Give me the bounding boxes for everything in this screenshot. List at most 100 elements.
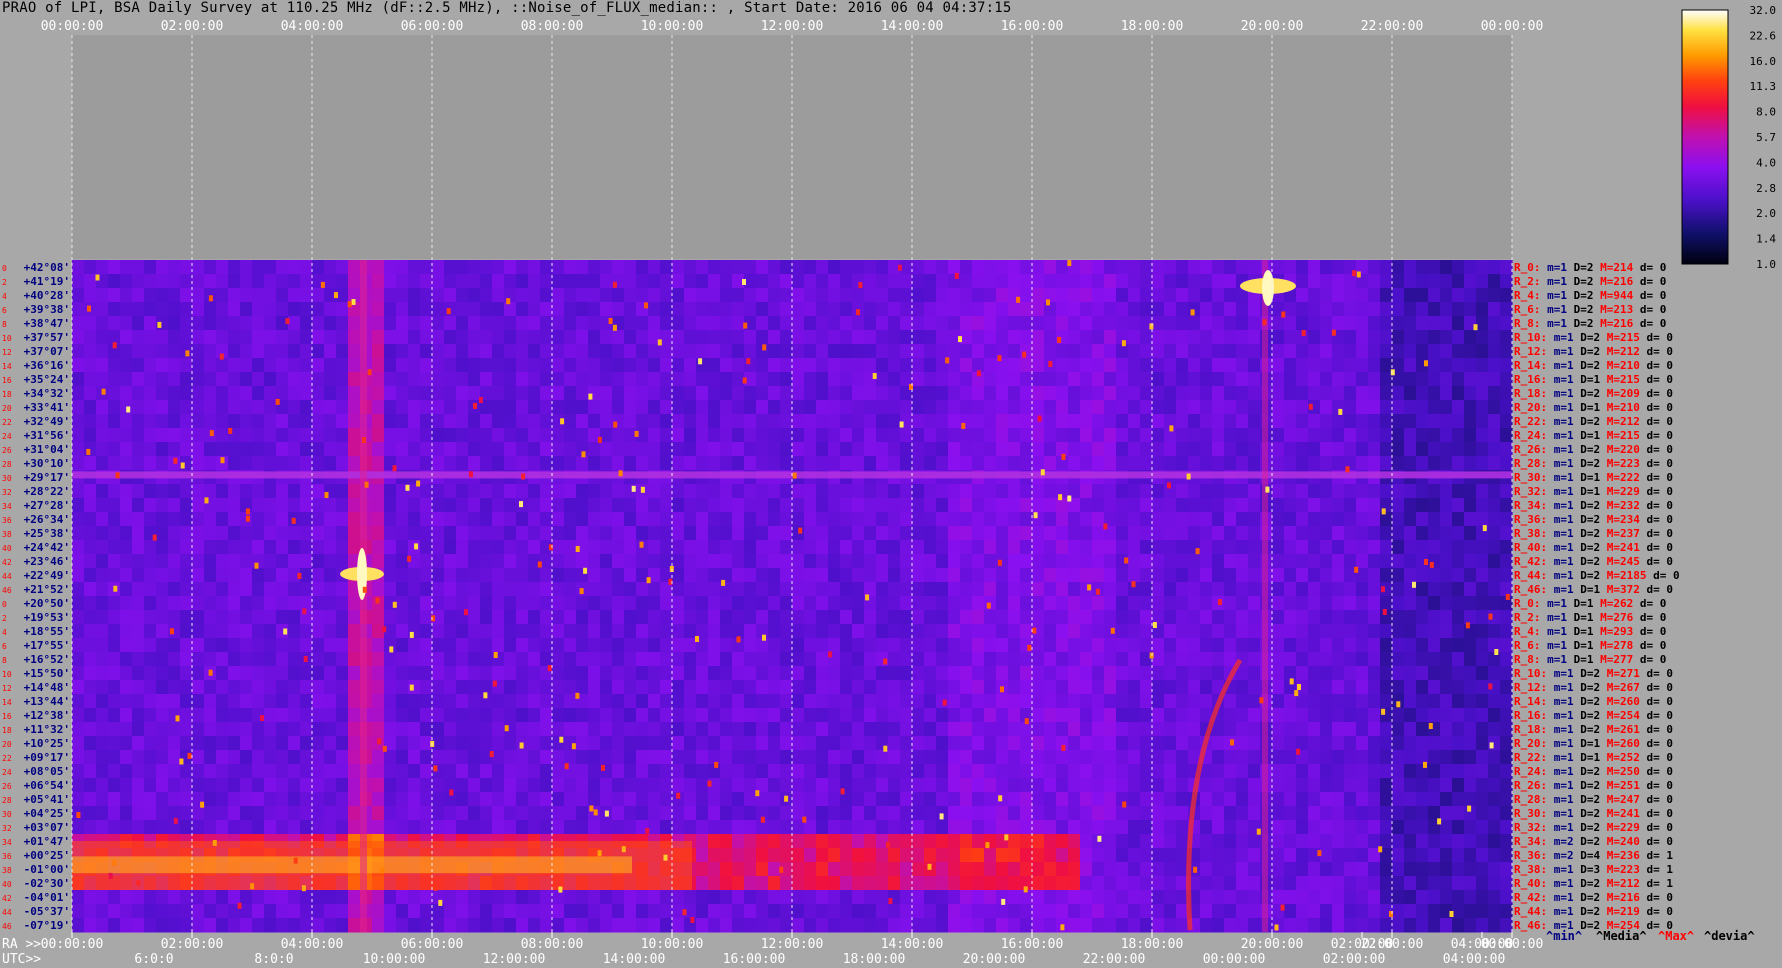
heatmap-cell bbox=[264, 428, 277, 443]
heatmap-cell bbox=[876, 428, 889, 443]
heatmap-cell bbox=[336, 512, 349, 527]
heatmap-cell bbox=[1056, 344, 1069, 359]
heatmap-cell bbox=[576, 428, 589, 443]
heatmap-cell bbox=[936, 666, 949, 681]
heatmap-cell bbox=[1020, 736, 1033, 751]
heatmap-cell bbox=[252, 400, 265, 415]
heatmap-cell bbox=[120, 820, 133, 835]
heatmap-cell bbox=[1020, 260, 1033, 275]
heatmap-cell bbox=[792, 274, 805, 289]
heatmap-cell bbox=[1188, 736, 1201, 751]
heatmap-cell bbox=[636, 372, 649, 387]
heatmap-cell bbox=[768, 540, 781, 555]
heatmap-cell bbox=[792, 708, 805, 723]
heatmap-cell bbox=[1056, 806, 1069, 821]
heatmap-cell bbox=[672, 372, 685, 387]
heatmap-cell bbox=[852, 428, 865, 443]
heatmap-cell bbox=[204, 694, 217, 709]
heatmap-cell bbox=[492, 806, 505, 821]
heatmap-cell bbox=[684, 722, 697, 737]
heatmap-cell bbox=[768, 736, 781, 751]
heatmap-cell bbox=[276, 694, 289, 709]
heatmap-cell bbox=[1332, 260, 1345, 275]
heatmap-cell bbox=[264, 638, 277, 653]
heatmap-cell bbox=[1128, 484, 1141, 499]
heatmap-cell bbox=[1044, 694, 1057, 709]
heatmap-cell bbox=[1152, 694, 1165, 709]
heatmap-cell bbox=[1476, 722, 1489, 737]
heatmap-cell bbox=[864, 778, 877, 793]
heatmap-cell bbox=[1440, 792, 1453, 807]
heatmap-cell bbox=[1068, 512, 1081, 527]
heatmap-cell bbox=[1452, 554, 1465, 569]
heatmap-cell bbox=[840, 750, 853, 765]
heatmap-cell bbox=[804, 498, 817, 513]
heatmap-cell bbox=[504, 442, 517, 457]
heatmap-cell bbox=[1320, 456, 1333, 471]
heatmap-cell bbox=[312, 638, 325, 653]
heatmap-cell bbox=[96, 316, 109, 331]
heatmap-cell bbox=[132, 736, 145, 751]
heatmap-cell bbox=[72, 596, 85, 611]
heatmap-cell bbox=[996, 806, 1009, 821]
heatmap-cell bbox=[684, 568, 697, 583]
heatmap-cell bbox=[1056, 274, 1069, 289]
heatmap-cell bbox=[984, 806, 997, 821]
heatmap-cell bbox=[1272, 414, 1285, 429]
heatmap-cell bbox=[648, 428, 661, 443]
heatmap-cell bbox=[444, 694, 457, 709]
heatmap-cell bbox=[1104, 596, 1117, 611]
heatmap-cell bbox=[576, 680, 589, 695]
heatmap-cell bbox=[1332, 484, 1345, 499]
heatmap-cell bbox=[984, 386, 997, 401]
heatmap-cell bbox=[864, 666, 877, 681]
heatmap-cell bbox=[204, 260, 217, 275]
heatmap-cell bbox=[924, 820, 937, 835]
heatmap-cell bbox=[120, 568, 133, 583]
heatmap-cell bbox=[1428, 330, 1441, 345]
heatmap-cell bbox=[1320, 694, 1333, 709]
heatmap-cell bbox=[720, 610, 733, 625]
heatmap-cell bbox=[792, 260, 805, 275]
heatmap-cell bbox=[984, 302, 997, 317]
heatmap-cell bbox=[576, 778, 589, 793]
heatmap-cell bbox=[84, 316, 97, 331]
heatmap-cell bbox=[1284, 820, 1297, 835]
heatmap-cell bbox=[1428, 344, 1441, 359]
heatmap-cell bbox=[540, 302, 553, 317]
heatmap-cell bbox=[744, 792, 757, 807]
heatmap-cell bbox=[312, 260, 325, 275]
heatmap-cell bbox=[1320, 708, 1333, 723]
heatmap-cell bbox=[1392, 722, 1405, 737]
heatmap-cell bbox=[1380, 806, 1393, 821]
heatmap-cell bbox=[180, 554, 193, 569]
heatmap-cell bbox=[1236, 722, 1249, 737]
heatmap-cell bbox=[264, 414, 277, 429]
heatmap-cell bbox=[180, 778, 193, 793]
heatmap-cell bbox=[1116, 540, 1129, 555]
heatmap-cell bbox=[84, 694, 97, 709]
heatmap-cell bbox=[420, 764, 433, 779]
heatmap-cell bbox=[804, 778, 817, 793]
heatmap-cell bbox=[72, 680, 85, 695]
heatmap-cell bbox=[1464, 456, 1477, 471]
heatmap-cell bbox=[1440, 750, 1453, 765]
heatmap-cell bbox=[648, 442, 661, 457]
heatmap-cell bbox=[528, 442, 541, 457]
heatmap-cell bbox=[1296, 708, 1309, 723]
heatmap-cell bbox=[216, 386, 229, 401]
heatmap-cell bbox=[384, 288, 397, 303]
heatmap-cell bbox=[840, 834, 853, 849]
heatmap-cell bbox=[1128, 260, 1141, 275]
heatmap-cell bbox=[1248, 428, 1261, 443]
heatmap-cell bbox=[996, 498, 1009, 513]
heatmap-cell bbox=[1164, 302, 1177, 317]
heatmap-cell bbox=[912, 330, 925, 345]
heatmap-cell bbox=[912, 582, 925, 597]
heatmap-cell bbox=[948, 596, 961, 611]
heatmap-cell bbox=[1296, 442, 1309, 457]
heatmap-cell bbox=[900, 512, 913, 527]
heatmap-cell bbox=[108, 652, 121, 667]
heatmap-cell bbox=[804, 288, 817, 303]
heatmap-cell bbox=[636, 554, 649, 569]
